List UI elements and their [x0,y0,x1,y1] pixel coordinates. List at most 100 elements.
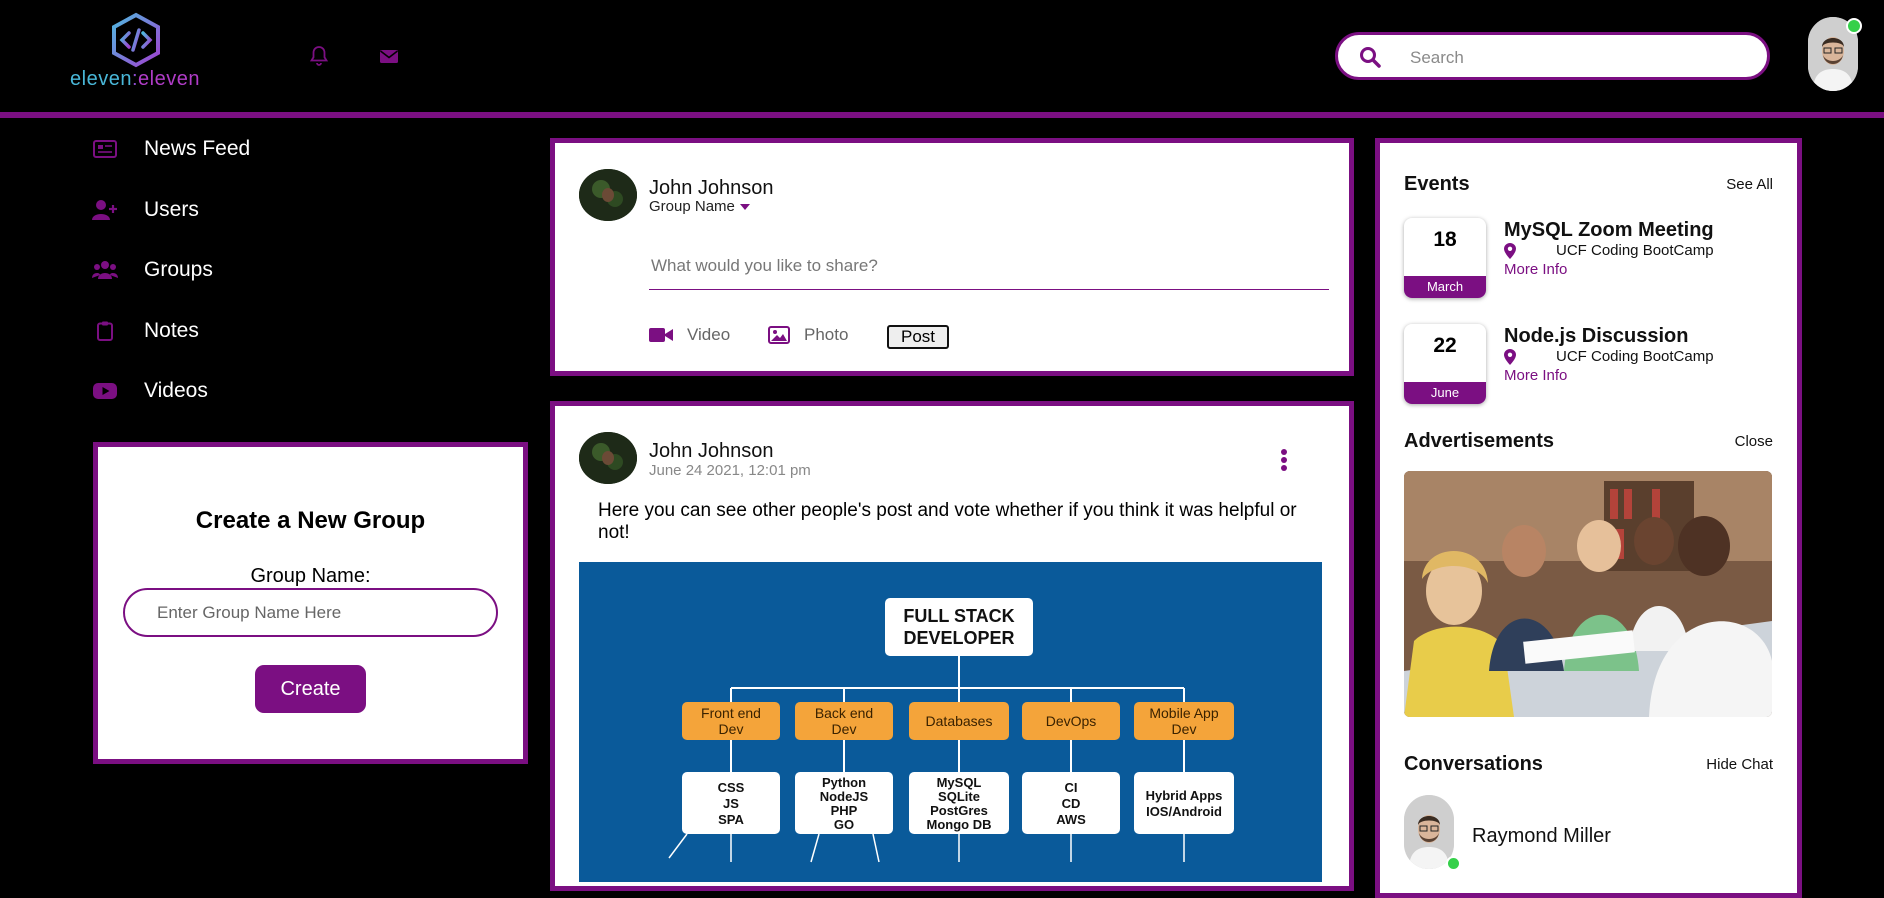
nav-item-label: Videos [144,379,208,402]
newspaper-icon [92,138,118,160]
post-body-text: Here you can see other people's post and… [598,500,1297,543]
diagram-item: Mongo DB [927,817,992,832]
conversation-avatar[interactable] [1404,795,1454,869]
event-date-badge: 18 March [1404,218,1486,298]
nav-item-label: Notes [144,319,199,342]
nav-item-videos[interactable]: Videos [92,375,208,407]
right-sidebar: Events See All 18 March MySQL Zoom Meeti… [1375,138,1802,898]
nav-item-groups[interactable]: Groups [92,254,213,286]
video-button[interactable]: Video [649,325,730,345]
events-title: Events [1404,173,1470,195]
share-input[interactable] [649,243,1329,290]
diagram-root-line1: FULL STACK [903,606,1014,626]
feed-post-card: John Johnson June 24 2021, 12:01 pm Here… [550,401,1354,891]
post-author-name[interactable]: John Johnson [649,440,774,463]
create-group-title: Create a New Group [195,507,426,534]
event-title[interactable]: MySQL Zoom Meeting [1504,219,1714,242]
composer-author-name[interactable]: John Johnson [649,177,774,200]
event-location-text: UCF Coding BootCamp [1556,242,1714,259]
diagram-item: Python [822,775,866,790]
event-date-badge: 22 June [1404,324,1486,404]
diagram-branch-title: Databases [926,713,993,729]
nav-item-label: Users [144,198,199,221]
diagram-branch-title: Dev [1172,721,1197,737]
diagram-item: MySQL [937,775,982,790]
diagram-item: AWS [1056,812,1086,827]
event-title[interactable]: Node.js Discussion [1504,325,1689,348]
diagram-branch-title: DevOps [1046,713,1097,729]
event-month: June [1404,382,1486,404]
diagram-item: IOS/Android [1146,804,1222,819]
diagram-root-line2: DEVELOPER [903,628,1014,648]
close-ads-link[interactable]: Close [1735,433,1773,450]
group-name-input[interactable] [123,588,498,637]
map-pin-icon [1504,348,1516,365]
photo-button-label: Photo [804,325,849,344]
logo-code-icon[interactable] [110,12,162,68]
post-image-diagram[interactable]: FULL STACK DEVELOPER Front end Dev Back e… [579,562,1322,882]
more-info-link[interactable]: More Info [1504,261,1567,278]
caret-down-icon [739,204,750,211]
diagram-branch-title: Back end [815,705,873,721]
map-pin-icon [1504,242,1516,259]
logo-text-part2: eleven [138,68,200,90]
author-avatar[interactable] [579,432,637,484]
more-info-link[interactable]: More Info [1504,367,1567,384]
create-group-card: Create a New Group Group Name: Create [93,442,528,764]
search-icon[interactable] [1358,45,1382,69]
video-button-label: Video [687,325,731,344]
nav-item-news-feed[interactable]: News Feed [92,133,250,165]
diagram-branch-title: Dev [832,721,857,737]
post-button[interactable]: Post [887,325,949,349]
diagram-item: PostGres [930,803,988,818]
event-location: UCF Coding BootCamp [1504,242,1714,259]
diagram-item: SQLite [938,789,980,804]
bell-icon[interactable] [307,44,331,68]
nav-item-label: Groups [144,258,213,281]
see-all-link[interactable]: See All [1726,176,1773,193]
diagram-item: CSS [718,780,745,795]
post-composer-card: John Johnson Group Name Video Photo Post [550,138,1354,376]
clipboard-icon [92,320,118,342]
search-input[interactable] [1408,43,1742,73]
conversations-title: Conversations [1404,753,1543,775]
event-day: 18 [1433,228,1457,251]
diagram-item: GO [834,817,854,832]
group-name-label: Group Name: [250,565,371,587]
photo-button[interactable]: Photo [768,325,848,345]
create-group-button[interactable]: Create [255,665,366,713]
nav-item-notes[interactable]: Notes [92,315,199,347]
online-status-dot [1846,18,1862,34]
logo-text[interactable]: eleven:eleven [70,68,200,91]
search-bar[interactable] [1335,32,1770,80]
top-header: eleven:eleven [0,0,1884,118]
advertisement-image[interactable] [1404,471,1772,717]
diagram-item: CD [1062,796,1081,811]
youtube-icon [92,380,118,402]
diagram-item: SPA [718,812,744,827]
group-selector[interactable]: Group Name [649,198,750,215]
event-location: UCF Coding BootCamp [1504,348,1714,365]
post-timestamp: June 24 2021, 12:01 pm [649,462,811,479]
video-camera-icon [649,328,673,342]
conversation-name[interactable]: Raymond Miller [1472,825,1611,848]
image-icon [768,326,790,344]
group-selector-label: Group Name [649,198,735,215]
diagram-branch-title: Mobile App [1149,705,1218,721]
envelope-icon[interactable] [377,44,401,68]
event-location-text: UCF Coding BootCamp [1556,348,1714,365]
nav-item-label: News Feed [144,137,251,160]
users-icon [92,259,118,281]
diagram-branch-title: Dev [719,721,744,737]
author-avatar[interactable] [579,169,637,221]
hide-chat-link[interactable]: Hide Chat [1706,756,1773,773]
user-plus-icon [92,199,118,221]
logo-text-part1: eleven [70,68,132,90]
diagram-item: NodeJS [820,789,869,804]
diagram-item: PHP [831,803,858,818]
more-options-icon[interactable] [1278,446,1290,474]
nav-item-users[interactable]: Users [92,194,199,226]
diagram-item: JS [723,796,739,811]
event-day: 22 [1433,334,1457,357]
diagram-item: Hybrid Apps [1146,788,1223,803]
